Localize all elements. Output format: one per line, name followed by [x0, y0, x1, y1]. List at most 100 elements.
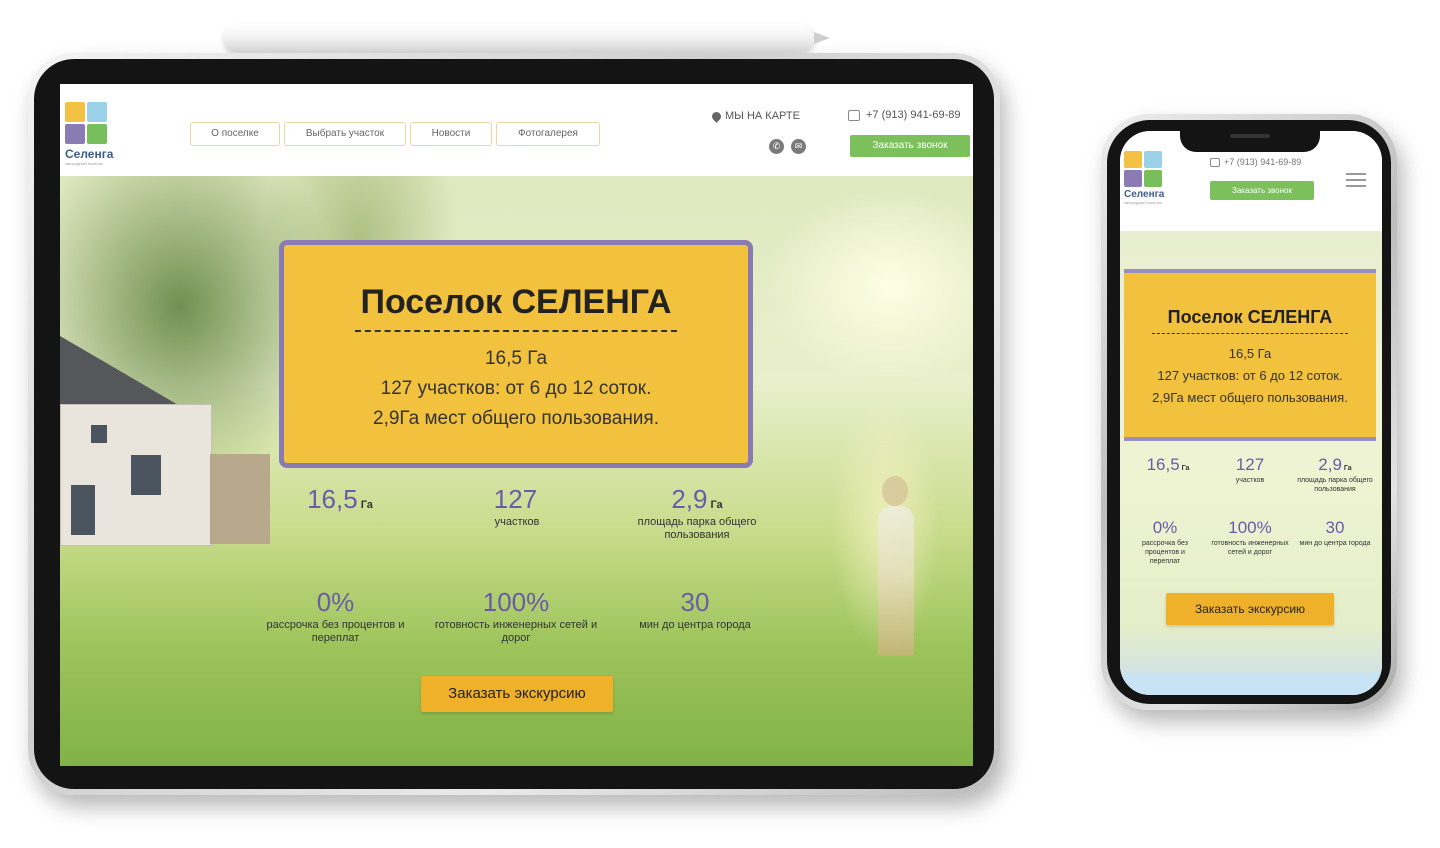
logo-tagline: загородный посёлок	[65, 161, 103, 166]
nav-choose-plot[interactable]: Выбрать участок	[284, 122, 406, 146]
stat-park-value: 2,9	[671, 484, 708, 514]
viber-icon[interactable]: ✆	[769, 139, 784, 154]
burger-line	[1346, 179, 1366, 181]
house-window	[71, 485, 95, 535]
phone-notch	[1180, 124, 1320, 152]
mobile-stat-installment: 0% рассрочка без процентов и переплат	[1130, 518, 1200, 566]
mobile-book-tour-button[interactable]: Заказать экскурсию	[1166, 593, 1334, 625]
mobile-stat-area: 16,5 Га	[1128, 455, 1208, 476]
phone-icon	[1210, 158, 1220, 168]
nav-news[interactable]: Новости	[410, 122, 492, 146]
mobile-stat-plots-label: участков	[1235, 477, 1265, 484]
phone-speaker	[1230, 134, 1270, 138]
stat-park-label: площадь парка общего пользования	[637, 516, 757, 541]
callback-button[interactable]: Заказать звонок	[850, 135, 970, 157]
house-porch	[210, 454, 270, 544]
stat-area: 16,5 Га	[265, 484, 415, 516]
mobile-stat-distance: 30 мин до центра города	[1294, 518, 1376, 548]
logo-mark	[65, 102, 107, 144]
logo-tile-yellow	[65, 102, 85, 122]
mobile-logo-mark	[1124, 151, 1162, 187]
mobile-logo-tagline: загородный посёлок	[1124, 200, 1162, 205]
header-phone-number: +7 (913) 941-69-89	[866, 109, 961, 121]
stat-installment-value: 0%	[316, 587, 355, 617]
mobile-stat-installment-value: 0%	[1152, 518, 1178, 537]
stat-installment-label: рассрочка без процентов и переплат	[266, 619, 405, 644]
logo-tile-green	[87, 124, 107, 144]
logo-tile-blue	[87, 102, 107, 122]
house-window	[131, 455, 161, 495]
hero-title: Поселок СЕЛЕНГА	[360, 283, 672, 321]
map-link[interactable]: МЫ НА КАРТЕ	[710, 109, 800, 123]
logo-tile-purple	[1124, 170, 1142, 187]
hero-line-plots: 127 участков: от 6 до 12 соток.	[380, 378, 652, 399]
mobile-stat-installment-label: рассрочка без процентов и переплат	[1142, 540, 1188, 565]
burger-line	[1346, 173, 1366, 175]
burger-menu-icon[interactable]	[1346, 173, 1366, 191]
mobile-title-underline	[1152, 333, 1348, 334]
mobile-logo-name: Селенга	[1124, 189, 1165, 200]
logo-tile-yellow	[1124, 151, 1142, 168]
mobile-hero-title: Поселок СЕЛЕНГА	[1167, 307, 1333, 327]
stat-plots-value: 127	[493, 484, 538, 514]
mobile-stat-distance-label: мин до центра города	[1299, 540, 1371, 547]
stat-distance-label: мин до центра города	[639, 619, 751, 631]
mobile-stat-area-value: 16,5	[1146, 455, 1180, 474]
stat-area-value: 16,5	[307, 484, 358, 514]
mobile-stat-utilities-value: 100%	[1228, 518, 1272, 537]
stat-park: 2,9 Га площадь парка общего пользования	[627, 484, 767, 542]
title-underline	[355, 330, 677, 332]
mobile-hero-line-area: 16,5 Га	[1228, 346, 1272, 361]
stat-plots: 127 участков	[442, 484, 592, 529]
hero-line-common: 2,9Га мест общего пользования.	[373, 408, 659, 429]
nav-about[interactable]: О поселке	[190, 122, 280, 146]
mobile-phone-number: +7 (913) 941-69-89	[1224, 157, 1302, 167]
stat-distance-value: 30	[680, 587, 710, 617]
stat-area-unit: Га	[360, 499, 373, 511]
mobile-hero-card: Поселок СЕЛЕНГА 16,5 Га 127 участков: от…	[1124, 269, 1376, 441]
mobile-stat-utilities-label: готовность инженерных сетей и дорог	[1211, 540, 1289, 556]
mobile-bottom-strip	[1120, 673, 1382, 695]
mobile-stat-plots: 127 участков	[1210, 455, 1290, 485]
hero-line-area: 16,5 Га	[484, 348, 548, 369]
stylus-pencil	[224, 24, 830, 52]
house-window	[91, 425, 107, 443]
mobile-stat-plots-value: 127	[1235, 455, 1265, 474]
nav-gallery[interactable]: Фотогалерея	[496, 122, 600, 146]
mobile-callback-button[interactable]: Заказать звонок	[1210, 181, 1314, 200]
mobile-phone[interactable]: +7 (913) 941-69-89	[1210, 157, 1302, 168]
girl-figure	[878, 506, 914, 656]
burger-line	[1346, 185, 1366, 187]
mobile-stat-distance-value: 30	[1325, 518, 1345, 537]
whatsapp-icon[interactable]: ✉	[791, 139, 806, 154]
header-phone[interactable]: +7 (913) 941-69-89	[848, 109, 960, 121]
mobile-stat-park-unit: Га	[1343, 465, 1352, 472]
house-image	[60, 336, 270, 556]
phone-screen: Селенга загородный посёлок +7 (913) 941-…	[1120, 131, 1382, 695]
tablet-screen: Селенга загородный посёлок О поселке Выб…	[60, 84, 973, 766]
stat-utilities: 100% готовность инженерных сетей и дорог	[425, 587, 607, 645]
mobile-hero-line-common: 2,9Га мест общего пользования.	[1152, 390, 1348, 405]
house-roof	[60, 336, 180, 406]
stylus-tip	[814, 32, 830, 44]
stat-installment: 0% рассрочка без процентов и переплат	[258, 587, 413, 645]
site-logo[interactable]: Селенга загородный посёлок	[65, 102, 115, 166]
mobile-hero-line-plots: 127 участков: от 6 до 12 соток.	[1157, 368, 1343, 383]
stat-distance: 30 мин до центра города	[630, 587, 760, 632]
site-header: Селенга загородный посёлок О поселке Выб…	[60, 84, 973, 176]
stat-utilities-value: 100%	[482, 587, 550, 617]
phone-icon	[848, 109, 860, 121]
logo-tile-green	[1144, 170, 1162, 187]
hero-card: Поселок СЕЛЕНГА 16,5 Га 127 участков: от…	[279, 240, 753, 468]
logo-tile-purple	[65, 124, 85, 144]
mobile-stat-park-label: площадь парка общего пользования	[1297, 477, 1373, 493]
girl-figure-head	[882, 476, 908, 506]
house-wall	[60, 404, 212, 546]
logo-tile-blue	[1144, 151, 1162, 168]
book-tour-button[interactable]: Заказать экскурсию	[421, 676, 613, 712]
mobile-stat-park: 2,9 Га площадь парка общего пользования	[1294, 455, 1376, 494]
mobile-stat-park-value: 2,9	[1318, 455, 1342, 474]
mobile-logo[interactable]: Селенга загородный посёлок	[1124, 151, 1168, 205]
mobile-stat-area-unit: Га	[1181, 465, 1190, 472]
location-pin-icon	[710, 109, 723, 123]
